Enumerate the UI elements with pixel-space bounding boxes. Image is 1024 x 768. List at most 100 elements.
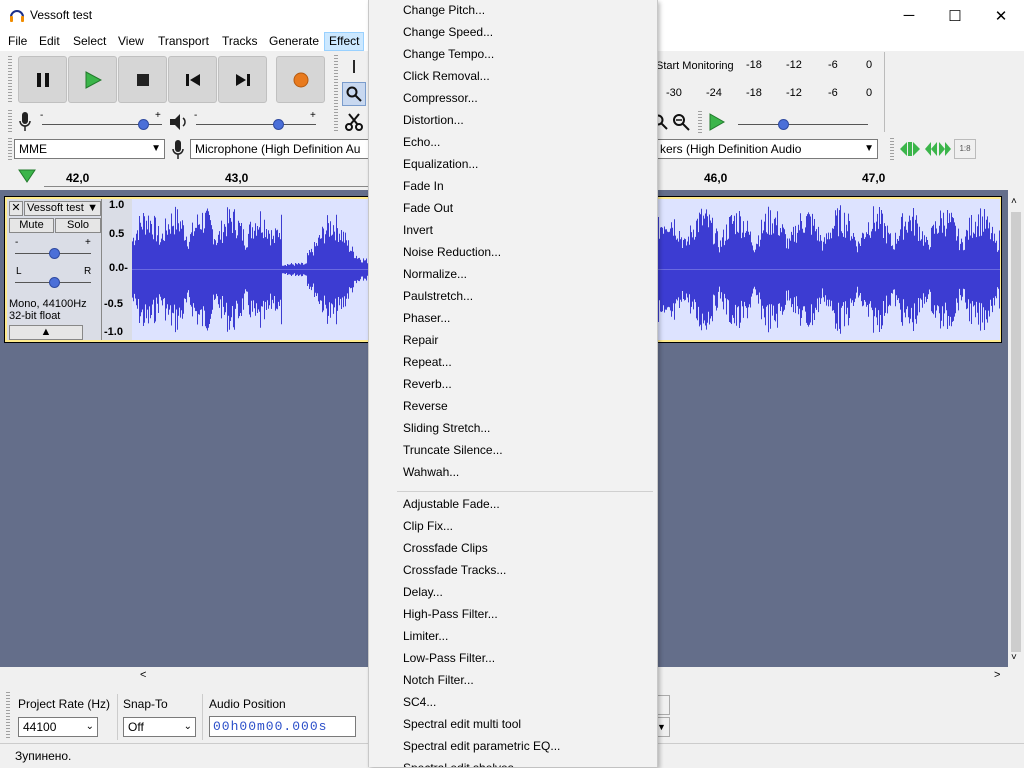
record-button[interactable] xyxy=(276,56,325,103)
effect-menu-item[interactable]: Truncate Silence... xyxy=(403,443,503,457)
zoom-in-tool[interactable] xyxy=(656,110,670,134)
toolbar-grip[interactable] xyxy=(890,138,894,160)
effect-menu-item[interactable]: Reverse xyxy=(403,399,448,413)
scroll-left-icon[interactable]: < xyxy=(140,669,146,681)
effect-menu-item[interactable]: Fade In xyxy=(403,179,444,193)
effect-menu-dropdown[interactable]: Change Pitch... Change Speed... Change Tem… xyxy=(368,0,658,767)
vertical-scrollbar[interactable]: ˄ ˅ xyxy=(1008,190,1024,668)
fit-selection-icon[interactable] xyxy=(898,140,922,158)
effect-menu-item[interactable]: Delay... xyxy=(403,585,443,599)
audio-position-time[interactable]: 00h00m00.000s xyxy=(209,716,356,737)
skip-end-button[interactable] xyxy=(218,56,267,103)
maximize-button[interactable]: ☐ xyxy=(932,0,978,31)
effect-menu-item[interactable]: Wahwah... xyxy=(403,465,459,479)
effect-menu-item[interactable]: High-Pass Filter... xyxy=(403,607,498,621)
effect-menu-item[interactable]: Low-Pass Filter... xyxy=(403,651,495,665)
effect-menu-item[interactable]: Echo... xyxy=(403,135,440,149)
cut-tool[interactable] xyxy=(342,110,366,134)
skip-start-button[interactable] xyxy=(168,56,217,103)
selection-start-control[interactable] xyxy=(656,695,670,715)
track-name-menu[interactable]: Vessoft test ▼ xyxy=(24,201,101,216)
play-speed-knob[interactable] xyxy=(778,119,789,130)
start-monitoring-label[interactable]: Start Monitoring xyxy=(656,60,734,72)
effect-menu-item[interactable]: Change Pitch... xyxy=(403,3,485,17)
track-close-button[interactable]: ✕ xyxy=(9,201,23,216)
menu-tracks[interactable]: Tracks xyxy=(218,33,262,50)
effect-menu-item[interactable]: Notch Filter... xyxy=(403,673,474,687)
effect-menu-item[interactable]: Distortion... xyxy=(403,113,464,127)
toolbar-grip[interactable] xyxy=(8,110,12,132)
effect-menu-item[interactable]: Fade Out xyxy=(403,201,453,215)
toolbar-grip[interactable] xyxy=(6,692,10,738)
toolbar-grip[interactable] xyxy=(8,56,12,102)
effect-menu-item[interactable]: Clip Fix... xyxy=(403,519,453,533)
effect-menu-item[interactable]: Paulstretch... xyxy=(403,289,473,303)
collapse-track-button[interactable]: ▲ xyxy=(9,325,83,340)
menu-transport[interactable]: Transport xyxy=(154,33,213,50)
effect-menu-item[interactable]: Sliding Stretch... xyxy=(403,421,490,435)
play-at-speed-icon[interactable] xyxy=(708,112,726,132)
effect-menu-item[interactable]: Noise Reduction... xyxy=(403,245,501,259)
effect-menu-item[interactable]: Change Tempo... xyxy=(403,47,494,61)
zoom-tool[interactable] xyxy=(342,82,366,106)
scroll-down-icon[interactable]: ˅ xyxy=(1011,652,1017,663)
pan-knob[interactable] xyxy=(49,277,60,288)
playback-meter[interactable]: -30 -24 -18 -12 -6 0 xyxy=(656,80,884,107)
effect-menu-item[interactable]: Adjustable Fade... xyxy=(403,497,500,511)
menu-edit[interactable]: Edit xyxy=(35,33,64,50)
effect-menu-item[interactable]: Limiter... xyxy=(403,629,448,643)
scroll-up-icon[interactable]: ˄ xyxy=(1011,196,1017,207)
menu-generate[interactable]: Generate xyxy=(265,33,323,50)
effect-menu-item[interactable]: SC4... xyxy=(403,695,436,709)
fit-project-icon[interactable] xyxy=(924,140,952,158)
scroll-thumb[interactable] xyxy=(1011,212,1021,652)
output-device-select[interactable]: kers (High Definition Audio ▼ xyxy=(656,139,878,159)
select-tool[interactable]: I xyxy=(342,55,366,79)
effect-menu-item[interactable]: Invert xyxy=(403,223,433,237)
snap-to-select[interactable]: Off ⌄ xyxy=(123,717,196,737)
effect-menu-item[interactable]: Spectral edit shelves xyxy=(403,761,514,767)
mute-button[interactable]: Mute xyxy=(9,218,54,233)
scroll-right-icon[interactable]: > xyxy=(994,669,1000,681)
toolbar-grip[interactable] xyxy=(8,138,12,160)
effect-menu-item[interactable]: Phaser... xyxy=(403,311,450,325)
zoom-toggle-icon[interactable]: 1:8 xyxy=(954,139,976,159)
effect-menu-item[interactable]: Crossfade Clips xyxy=(403,541,488,555)
zoom-out-tool[interactable] xyxy=(670,110,692,134)
vertical-scale[interactable]: 1.0 0.5 0.0- -0.5 -1.0 xyxy=(102,199,132,340)
play-button[interactable] xyxy=(68,56,117,103)
minimize-button[interactable]: ─ xyxy=(886,0,932,31)
record-volume-knob[interactable] xyxy=(138,119,149,130)
playback-volume-slider[interactable] xyxy=(196,124,316,125)
effect-menu-item[interactable]: Compressor... xyxy=(403,91,478,105)
play-speed-slider[interactable] xyxy=(738,124,868,125)
effect-menu-item[interactable]: Equalization... xyxy=(403,157,478,171)
effect-menu-item[interactable]: Crossfade Tracks... xyxy=(403,563,506,577)
toolbar-grip[interactable] xyxy=(698,111,702,133)
input-device-select[interactable]: Microphone (High Definition Au xyxy=(190,139,368,159)
stop-button[interactable] xyxy=(118,56,167,103)
effect-menu-item[interactable]: Spectral edit parametric EQ... xyxy=(403,739,560,753)
track-control-panel[interactable]: ✕ Vessoft test ▼ Mute Solo - + L R Mono, … xyxy=(7,199,102,340)
record-meter[interactable]: Start Monitoring -18 -12 -6 0 xyxy=(656,52,884,79)
menu-view[interactable]: View xyxy=(114,33,148,50)
close-button[interactable]: ✕ xyxy=(978,0,1024,31)
gain-knob[interactable] xyxy=(49,248,60,259)
toolbar-grip[interactable] xyxy=(334,55,338,133)
playback-volume-knob[interactable] xyxy=(273,119,284,130)
effect-menu-item[interactable]: Change Speed... xyxy=(403,25,493,39)
effect-menu-item[interactable]: Repeat... xyxy=(403,355,452,369)
solo-button[interactable]: Solo xyxy=(55,218,101,233)
menu-file[interactable]: File xyxy=(4,33,31,50)
selection-end-control[interactable]: ▼ xyxy=(656,717,670,737)
menu-effect[interactable]: Effect xyxy=(324,32,365,51)
audio-host-select[interactable]: MME ▼ xyxy=(14,139,165,159)
menu-select[interactable]: Select xyxy=(69,33,110,50)
effect-menu-item[interactable]: Repair xyxy=(403,333,438,347)
effect-menu-item[interactable]: Click Removal... xyxy=(403,69,490,83)
pause-button[interactable] xyxy=(18,56,67,103)
effect-menu-item[interactable]: Reverb... xyxy=(403,377,452,391)
project-rate-select[interactable]: 44100 ⌄ xyxy=(18,717,98,737)
effect-menu-item[interactable]: Spectral edit multi tool xyxy=(403,717,521,731)
timeline-play-head-icon[interactable] xyxy=(18,168,36,184)
